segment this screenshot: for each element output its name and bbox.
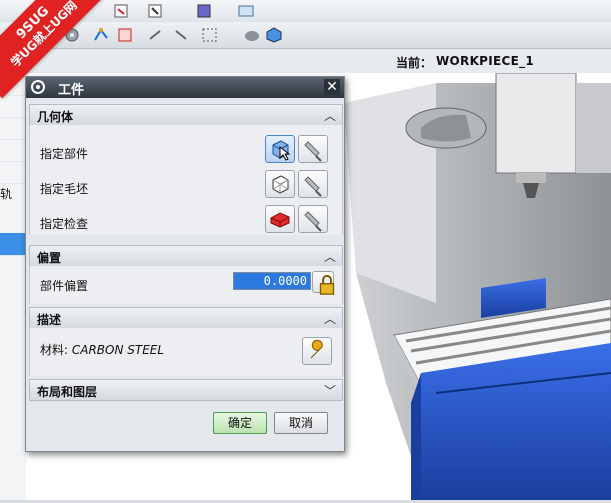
specify-part-button[interactable]: [265, 135, 295, 163]
status-infobar: 当前： WORKPIECE_1: [0, 49, 611, 74]
section-geometry-body: 指定部件 指定毛坯 指定检查: [29, 125, 343, 235]
arrow-tool-icon[interactable]: [172, 26, 192, 44]
workpiece-dialog: 工件 ✕ 几何体 ︿ 指定部件 指定毛坯 指定检查 偏置 ︿ 部件偏置 0.00…: [25, 76, 345, 452]
frame-icon[interactable]: [116, 26, 136, 44]
section-description-body: 材料: CARBON STEEL: [29, 328, 343, 376]
chevron-up-icon[interactable]: ︿: [324, 107, 336, 124]
torch-tool-icon[interactable]: [298, 205, 328, 233]
section-description-header[interactable]: 描述 ︿: [29, 307, 343, 329]
chevron-down-icon[interactable]: ﹀: [324, 382, 336, 399]
tool-path-icon[interactable]: [92, 26, 112, 44]
toolbar-tool-icon[interactable]: [236, 2, 256, 20]
selected-list-item[interactable]: [0, 233, 26, 256]
lock-icon[interactable]: [312, 271, 335, 295]
current-label: 当前：: [396, 56, 433, 70]
dialog-title: 工件: [58, 83, 85, 98]
section-title: 描述: [37, 313, 62, 327]
toolbar-tool-icon[interactable]: [194, 2, 214, 20]
section-title: 布局和图层: [37, 385, 98, 399]
specify-blank-label: 指定毛坯: [40, 182, 89, 196]
list-item[interactable]: [0, 117, 26, 140]
chevron-up-icon[interactable]: ︿: [324, 248, 336, 265]
section-offset-header[interactable]: 偏置 ︿: [29, 245, 343, 267]
list-item[interactable]: [0, 161, 26, 184]
material-value: CARBON STEEL: [71, 343, 165, 357]
chevron-up-icon[interactable]: ︿: [324, 310, 336, 327]
ok-button[interactable]: 确定: [213, 412, 267, 434]
list-item[interactable]: [0, 139, 26, 162]
specify-part-label: 指定部件: [40, 147, 89, 161]
specify-check-button[interactable]: [265, 205, 295, 233]
section-layout-header[interactable]: 布局和图层 ﹀: [29, 379, 343, 401]
torch-tool-icon[interactable]: [298, 135, 328, 163]
current-workpiece: WORKPIECE_1: [436, 54, 535, 68]
material-text: 材料: CARBON STEEL: [40, 341, 164, 358]
shaded-sphere-icon[interactable]: [242, 26, 262, 44]
toolbar-tool-icon[interactable]: [146, 2, 166, 20]
section-offset-body: 部件偏置 0.0000: [29, 266, 343, 304]
part-offset-input[interactable]: 0.0000: [233, 272, 311, 290]
navigator-column-text: 轨: [0, 187, 13, 201]
toolbar-tool-icon[interactable]: [112, 2, 132, 20]
section-title: 偏置: [37, 251, 62, 265]
torch-tool-icon[interactable]: [298, 170, 328, 198]
operation-navigator: 轨: [0, 73, 27, 500]
specify-blank-button[interactable]: [265, 170, 295, 198]
wrench-icon[interactable]: [302, 337, 332, 365]
select-box-icon[interactable]: [200, 26, 220, 44]
gear-icon[interactable]: [30, 79, 46, 95]
arrow-tool-icon[interactable]: [146, 26, 166, 44]
specify-check-label: 指定检查: [40, 217, 89, 231]
secondary-toolbar: [0, 22, 611, 49]
cancel-button[interactable]: 取消: [274, 412, 328, 434]
section-geometry-header[interactable]: 几何体 ︿: [29, 104, 343, 126]
part-offset-label: 部件偏置: [40, 279, 89, 293]
list-item[interactable]: [0, 95, 26, 118]
close-icon[interactable]: ✕: [324, 79, 340, 95]
dialog-titlebar[interactable]: 工件 ✕: [26, 77, 344, 98]
cube-icon[interactable]: [264, 26, 284, 44]
section-title: 几何体: [37, 110, 74, 124]
material-label: 材料:: [40, 343, 69, 357]
